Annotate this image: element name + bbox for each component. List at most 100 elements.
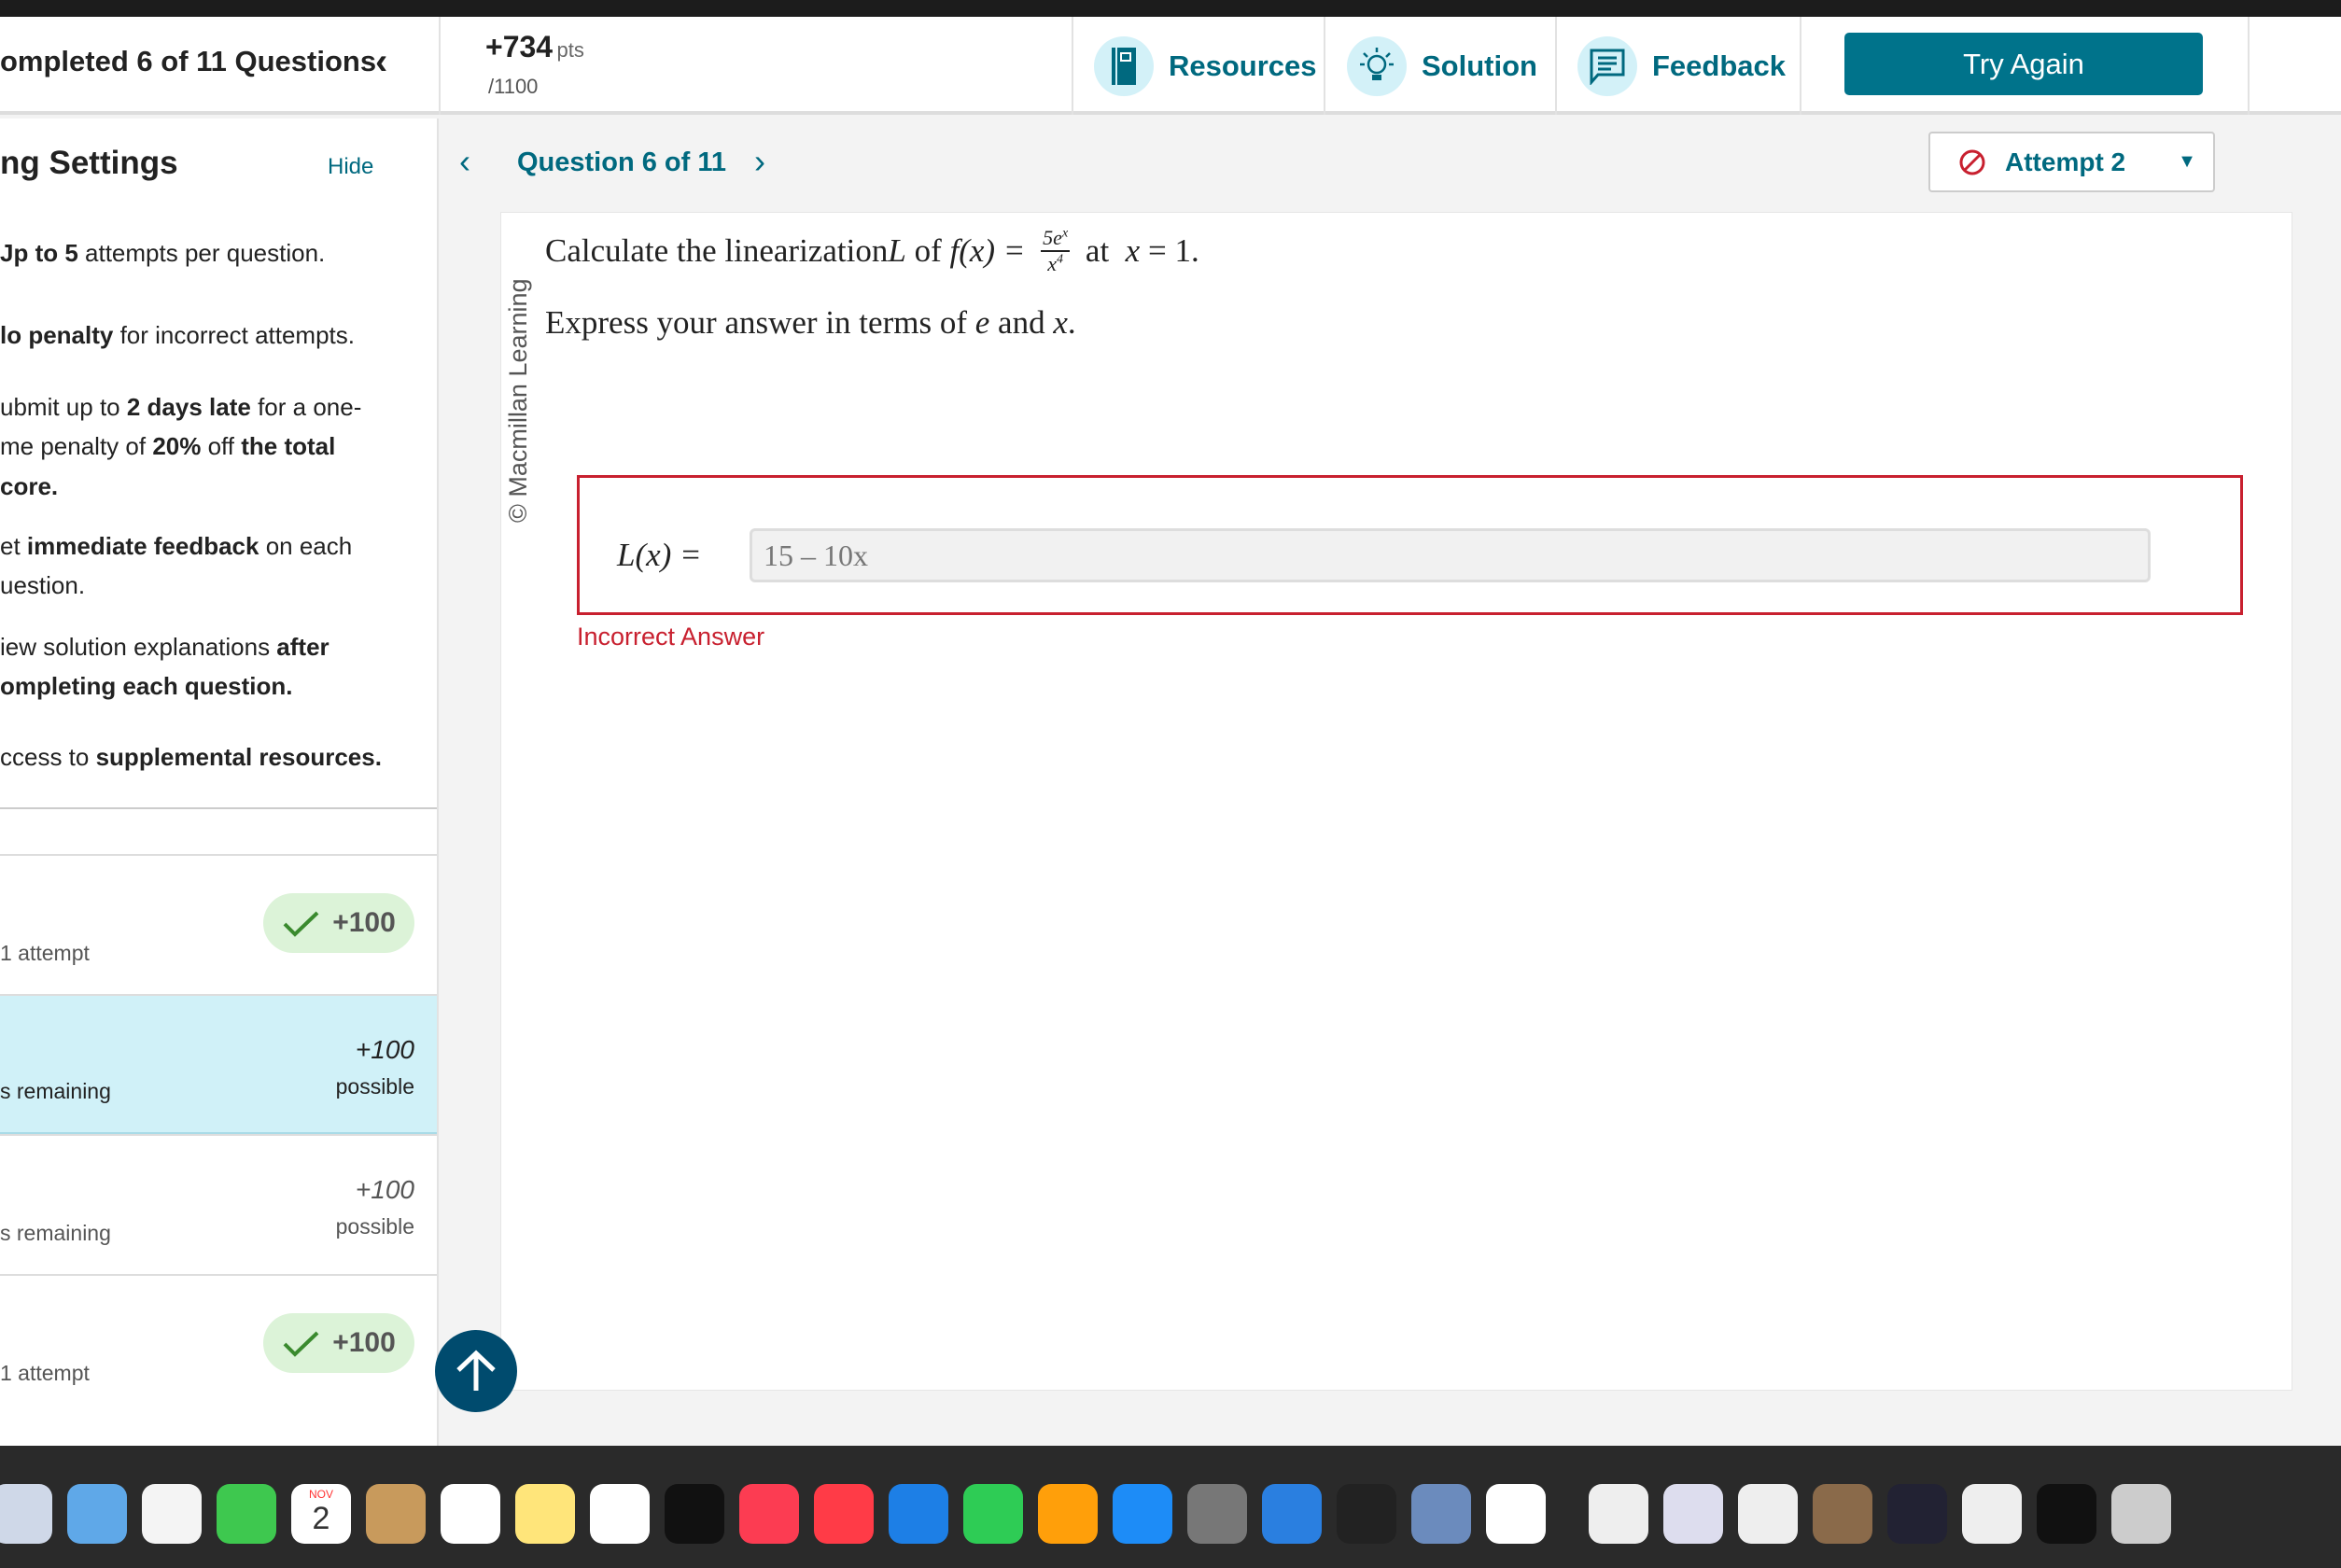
freeform-icon[interactable]	[590, 1484, 650, 1544]
setting-text: uestion.	[0, 571, 86, 599]
app-store-icon[interactable]	[1113, 1484, 1172, 1544]
possible-points: +100	[355, 1035, 414, 1064]
points-value: +734	[485, 30, 554, 63]
progress-title: ompleted 6 of 11 Questions	[0, 45, 377, 77]
piano-icon[interactable]	[1337, 1484, 1396, 1544]
preview-icon[interactable]	[1411, 1484, 1471, 1544]
fraction: 5ex x4	[1041, 226, 1071, 276]
system-settings-icon[interactable]	[1187, 1484, 1247, 1544]
math-var: L	[888, 232, 906, 269]
prompt-text: .	[1067, 304, 1076, 341]
window-thumbnail-icon[interactable]	[1738, 1484, 1798, 1544]
prompt-text: of	[914, 232, 942, 269]
setting-text: me penalty of	[0, 432, 153, 460]
setting-text: et	[0, 532, 27, 560]
math-var: x	[1125, 232, 1141, 269]
tv-icon[interactable]	[665, 1484, 724, 1544]
setting-text: after	[276, 633, 329, 661]
solution-button[interactable]: Solution	[1347, 34, 1537, 99]
reminders-icon[interactable]	[441, 1484, 500, 1544]
window-thumbnail-icon[interactable]	[1887, 1484, 1947, 1544]
setting-text: immediate feedback	[26, 532, 259, 560]
setting-text: lo penalty	[0, 321, 114, 349]
speech-bubble-icon	[1577, 36, 1637, 96]
settings-title: ng Settings	[0, 145, 178, 181]
setting-text: off	[201, 432, 242, 460]
score: +734 pts	[485, 30, 584, 64]
no-entry-icon	[1959, 149, 1985, 175]
try-again-button[interactable]: Try Again	[1844, 33, 2203, 95]
maps-icon[interactable]	[67, 1484, 127, 1544]
setting-line: uestion.	[0, 566, 85, 605]
window-thumbnail-icon[interactable]	[1663, 1484, 1723, 1544]
news-icon[interactable]	[814, 1484, 874, 1544]
notes-icon[interactable]	[515, 1484, 575, 1544]
window-thumbnail-icon[interactable]	[2037, 1484, 2096, 1544]
window-thumbnail-icon[interactable]	[1813, 1484, 1872, 1544]
book-icon	[1094, 36, 1154, 96]
contacts-icon[interactable]	[366, 1484, 426, 1544]
possible-label: possible	[335, 1214, 414, 1239]
trash-icon[interactable]	[2111, 1484, 2171, 1544]
collapse-sidebar-chevron-icon[interactable]: ‹	[375, 41, 387, 83]
setting-line: et immediate feedback on each	[0, 526, 352, 566]
answer-input[interactable]: 15 – 10x	[750, 528, 2151, 582]
photos-icon[interactable]	[142, 1484, 202, 1544]
possible-points: +100	[355, 1175, 414, 1204]
chrome-icon[interactable]	[1486, 1484, 1546, 1544]
numbers-icon[interactable]	[963, 1484, 1023, 1544]
feedback-label: Feedback	[1652, 49, 1787, 82]
badge-points: +100	[332, 907, 396, 938]
hide-link[interactable]: Hide	[328, 154, 373, 180]
denominator: x	[1047, 252, 1058, 275]
music-icon[interactable]	[739, 1484, 799, 1544]
setting-text: supplemental resources.	[95, 743, 382, 771]
calendar-icon[interactable]: NOV 2	[291, 1484, 351, 1544]
facetime-icon[interactable]	[217, 1484, 276, 1544]
checkmark-icon	[283, 1331, 319, 1357]
question-card	[500, 212, 2292, 1391]
correct-badge: +100	[263, 893, 414, 953]
document-icon[interactable]	[1589, 1484, 1648, 1544]
setting-text: ccess to	[0, 743, 96, 771]
setting-line: lo penalty for incorrect attempts.	[0, 315, 355, 355]
attempt-status: 1 attempt	[0, 1361, 90, 1385]
possible-label: possible	[335, 1074, 414, 1099]
setting-line: core.	[0, 467, 58, 506]
window-thumbnail-icon[interactable]	[1962, 1484, 2022, 1544]
finder-icon[interactable]	[0, 1484, 52, 1544]
browser-tab-bar	[0, 0, 2341, 17]
question-list-item[interactable]: s remaining +100 possible	[0, 1134, 437, 1274]
math-text: (x) =	[959, 232, 1034, 269]
exponent: 4	[1057, 252, 1064, 267]
checkmark-icon	[283, 911, 319, 937]
attempt-status: s remaining	[0, 1221, 111, 1245]
attempt-status: 1 attempt	[0, 941, 90, 965]
question-list-item[interactable]: 1 attempt +100	[0, 1274, 437, 1414]
setting-line: ubmit up to 2 days late for a one-	[0, 387, 361, 427]
setting-line: ccess to supplemental resources.	[0, 737, 382, 777]
prompt-text: Express your answer in terms of	[545, 304, 975, 341]
badge-points: +100	[332, 1327, 396, 1358]
incorrect-answer-message: Incorrect Answer	[577, 623, 765, 651]
keynote-icon[interactable]	[889, 1484, 948, 1544]
scroll-to-top-button[interactable]	[435, 1330, 517, 1412]
attempt-dropdown[interactable]: Attempt 2 ▼	[1928, 132, 2215, 192]
prompt-text: at	[1077, 232, 1117, 269]
question-list-item[interactable]: s remaining +100 possible	[0, 994, 437, 1134]
feedback-button[interactable]: Feedback	[1577, 34, 1786, 99]
prompt-text: and	[989, 304, 1054, 341]
setting-text: iew solution explanations	[0, 633, 277, 661]
previous-question-chevron-icon[interactable]: ‹	[459, 142, 470, 181]
divider	[0, 807, 437, 809]
resources-button[interactable]: Resources	[1094, 34, 1317, 99]
quicktime-icon[interactable]	[1262, 1484, 1322, 1544]
pages-icon[interactable]	[1038, 1484, 1098, 1544]
points-unit: pts	[556, 38, 584, 62]
attempt-status: s remaining	[0, 1079, 111, 1103]
question-list-item[interactable]: 1 attempt +100	[0, 854, 437, 994]
math-var: f	[949, 232, 960, 269]
next-question-chevron-icon[interactable]: ›	[754, 142, 765, 181]
setting-text: core.	[0, 472, 59, 500]
math-var: x	[1053, 304, 1068, 341]
